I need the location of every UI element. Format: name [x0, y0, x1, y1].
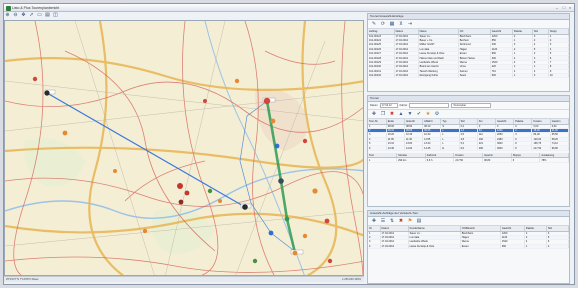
tour-summary-cell: 290 km: [396, 157, 426, 163]
routes-panel-cell: 101-00132: [368, 73, 395, 79]
routes-panel-cell: Reinigung Kohle: [418, 73, 459, 79]
orders-panel-cell: 4: [368, 244, 381, 250]
tour-panel-cell: 290: [477, 145, 497, 151]
driver-label: Fahrer: [399, 104, 408, 107]
date-field[interactable]: 17.04.12: [379, 103, 398, 108]
routes-panel-cell: 10: [548, 73, 569, 79]
tour-panel-cell: 6,6: [459, 145, 478, 151]
orders-panel-cell: 17.04.2012: [380, 244, 409, 250]
tour-panel-cell: 96,80: [550, 145, 569, 151]
tour-panel: Touren Datum 17.04.12 Fahrer Tourenplan …: [367, 95, 570, 207]
copy-icon[interactable]: ❐: [380, 111, 386, 117]
map-toolbar: ⊕ ⊖ ✥ ➚ ▭ ▤ ◫: [4, 11, 59, 19]
add-order-icon[interactable]: ✚: [371, 218, 377, 224]
tour-summary-cell: 78%: [539, 157, 569, 163]
zoom-out-icon[interactable]: ⊖: [12, 11, 19, 18]
tour-panel-cell: 3600: [495, 145, 515, 151]
delete-icon[interactable]: ✖: [389, 111, 395, 117]
tour-summary-cell: 6,6 h: [425, 157, 455, 163]
tour-panel-cell: 8: [513, 145, 533, 151]
select-icon[interactable]: ➚: [28, 11, 35, 18]
routes-panel-cell: Soest: [458, 73, 491, 79]
vehicle-select[interactable]: Tourenplan: [451, 103, 492, 108]
table-icon[interactable]: ▦: [389, 21, 395, 27]
date-label: Datum: [370, 104, 378, 107]
filter-icon[interactable]: ⊻: [398, 21, 404, 27]
routes-panel: Touren/Auswahl-Einträge ✎ ⟳ ▦ ⊻ ⇥ Auftra…: [367, 13, 570, 92]
routes-table: Auftrag Datum Name Ort Gewicht Palette Std Stop…: [368, 29, 569, 79]
window-title: Listo & Plus Tourenplanbericht: [12, 6, 60, 10]
routes-panel-cell: 3: [532, 73, 549, 79]
optimize-icon[interactable]: ★: [425, 111, 431, 117]
tour-panel-cell: 14:45: [422, 145, 442, 151]
tour-summary-row[interactable]: 1 290 km 6,6 h 217,50 96,80 6 78%: [368, 157, 569, 163]
tour-fields: Datum 17.04.12 Fahrer Tourenplan: [368, 102, 569, 110]
tour-panel-cell: 14:20: [404, 145, 424, 151]
minimize-button[interactable]: –: [554, 5, 560, 10]
tour-summary-cell: 217,50: [453, 157, 484, 163]
print-orders-icon[interactable]: ▤: [416, 218, 422, 224]
title-bar: Listo & Plus Tourenplanbericht – □ ×: [4, 4, 574, 12]
map-view[interactable]: [4, 20, 364, 276]
remove-order-icon[interactable]: ✖: [398, 218, 404, 224]
sort-icon[interactable]: ⇅: [389, 218, 395, 224]
export-icon[interactable]: ⇥: [407, 21, 413, 27]
layers-icon[interactable]: ◫: [52, 11, 59, 18]
routes-panel-cell: 500: [490, 73, 513, 79]
move-up-icon[interactable]: ▲: [398, 111, 404, 117]
cursor-coordinates: 25°33'27"N 7°16'08"O Maus: [6, 278, 39, 281]
orders-panel: Auswahl-Aufträge der Verkaufs-Tour ✚ ☰ ⇅…: [367, 210, 570, 284]
flag-icon[interactable]: ⚑: [407, 218, 413, 224]
tour-panel-cell: E: [440, 145, 460, 151]
tour-toolbar: ✚ ❐ ✖ ▲ ▼ ✔ ★ ⚙: [368, 110, 569, 119]
routes-panel-row[interactable]: 101-00132 17.04.2012 Reinigung Kohle Soest 5…: [368, 73, 569, 79]
orders-table: Nr Datum Kunde/Name Ort/Bereich Gewicht Palet…: [368, 226, 569, 250]
orders-panel-row[interactable]: 4 17.04.2012 Lasse Kunstsp & Oste Essen 960 1…: [368, 244, 569, 250]
new-tour-icon[interactable]: ✚: [371, 111, 377, 117]
orders-panel-cell: 2: [546, 244, 569, 250]
tour-summary-table: Tour Strecke Fahrzeit Kosten Gewinn Stopps Aus…: [368, 152, 569, 163]
calculate-icon[interactable]: ✔: [416, 111, 422, 117]
tour-summary-cell: 96,80: [482, 157, 512, 163]
edit-icon[interactable]: ✎: [371, 21, 377, 27]
orders-panel-cell: 960: [500, 244, 525, 250]
move-down-icon[interactable]: ▼: [407, 111, 413, 117]
map-scale: 1:250.000 100%: [342, 278, 361, 281]
driver-field[interactable]: [409, 103, 450, 108]
zoom-in-icon[interactable]: ⊕: [4, 11, 11, 18]
routes-panel-cell: 17.04.2012: [394, 73, 419, 79]
tour-summary-cell: 1: [368, 157, 398, 163]
refresh-icon[interactable]: ⟳: [380, 21, 386, 27]
print-icon[interactable]: ▤: [44, 11, 51, 18]
tour-panel-cell: 217,50: [531, 145, 551, 151]
close-button[interactable]: ×: [567, 5, 573, 10]
map-status-bar: 25°33'27"N 7°16'08"O Maus 1:250.000 100%: [4, 276, 364, 282]
tour-panel-cell: 6: [368, 145, 387, 151]
tour-panel-row[interactable]: 6 14:30 14:20 14:45 E 6,6 290 3600 8 217,50 96,80: [368, 145, 569, 151]
orders-toolbar: ✚ ☰ ⇅ ✖ ⚑ ▤: [368, 217, 569, 226]
tour-summary-cell: 6: [511, 157, 541, 163]
tour-panel-cell: 14:30: [386, 145, 405, 151]
list-icon[interactable]: ☰: [380, 218, 386, 224]
settings-icon[interactable]: ⚙: [434, 111, 440, 117]
pan-icon[interactable]: ✥: [20, 11, 27, 18]
tour-stops-table: Tour-Nr Ende Ankunft Abfahrt Typ Std Km Gewicht…: [368, 119, 569, 151]
routes-toolbar: ✎ ⟳ ▦ ⊻ ⇥: [368, 20, 569, 29]
app-icon: [6, 5, 11, 11]
orders-panel-cell: Essen: [460, 244, 501, 250]
orders-panel-cell: Lasse Kunstsp & Oste: [408, 244, 461, 250]
road-map[interactable]: [5, 21, 364, 276]
routes-panel-cell: 1: [512, 73, 533, 79]
orders-panel-cell: 1: [524, 244, 547, 250]
ruler-icon[interactable]: ▭: [36, 11, 43, 18]
